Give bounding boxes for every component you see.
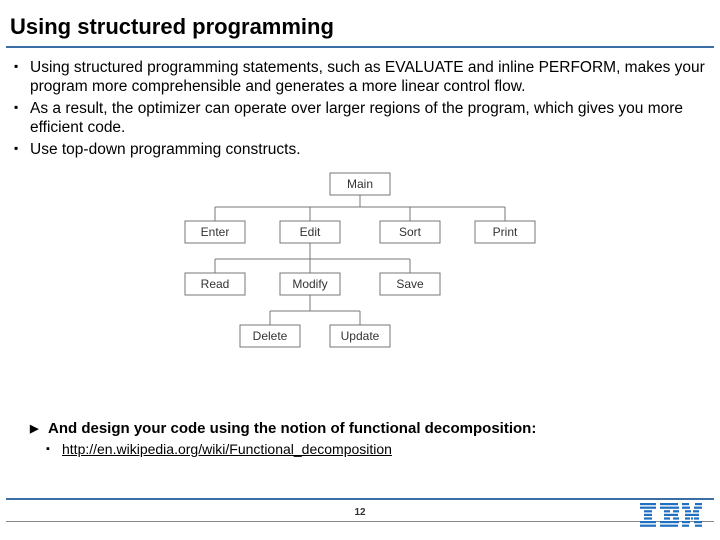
bullet-item: As a result, the optimizer can operate o… — [10, 99, 710, 138]
footer-divider-top — [6, 498, 714, 500]
page-number: 12 — [0, 507, 720, 518]
closing-section: And design your code using the notion of… — [30, 420, 710, 457]
reference-link-item: http://en.wikipedia.org/wiki/Functional_… — [30, 441, 710, 457]
ibm-logo — [640, 503, 702, 532]
title-divider — [6, 46, 714, 48]
bullet-item: Using structured programming statements,… — [10, 58, 710, 97]
node-modify: Modify — [292, 277, 327, 291]
content-area: Using structured programming statements,… — [10, 58, 710, 402]
node-main: Main — [347, 177, 373, 191]
node-delete: Delete — [253, 329, 288, 343]
node-read: Read — [201, 277, 230, 291]
node-update: Update — [341, 329, 380, 343]
slide-title: Using structured programming — [0, 0, 720, 46]
bullet-item: Use top-down programming constructs. — [10, 140, 710, 159]
node-edit: Edit — [300, 225, 321, 239]
hierarchy-diagram: Main Enter Edit Sort Print — [10, 167, 710, 402]
closing-line: And design your code using the notion of… — [30, 420, 710, 437]
bullet-list: Using structured programming statements,… — [10, 58, 710, 159]
reference-link[interactable]: http://en.wikipedia.org/wiki/Functional_… — [62, 441, 392, 457]
node-sort: Sort — [399, 225, 422, 239]
node-enter: Enter — [201, 225, 230, 239]
footer-divider-bottom — [6, 521, 714, 522]
node-save: Save — [396, 277, 424, 291]
node-print: Print — [493, 225, 518, 239]
